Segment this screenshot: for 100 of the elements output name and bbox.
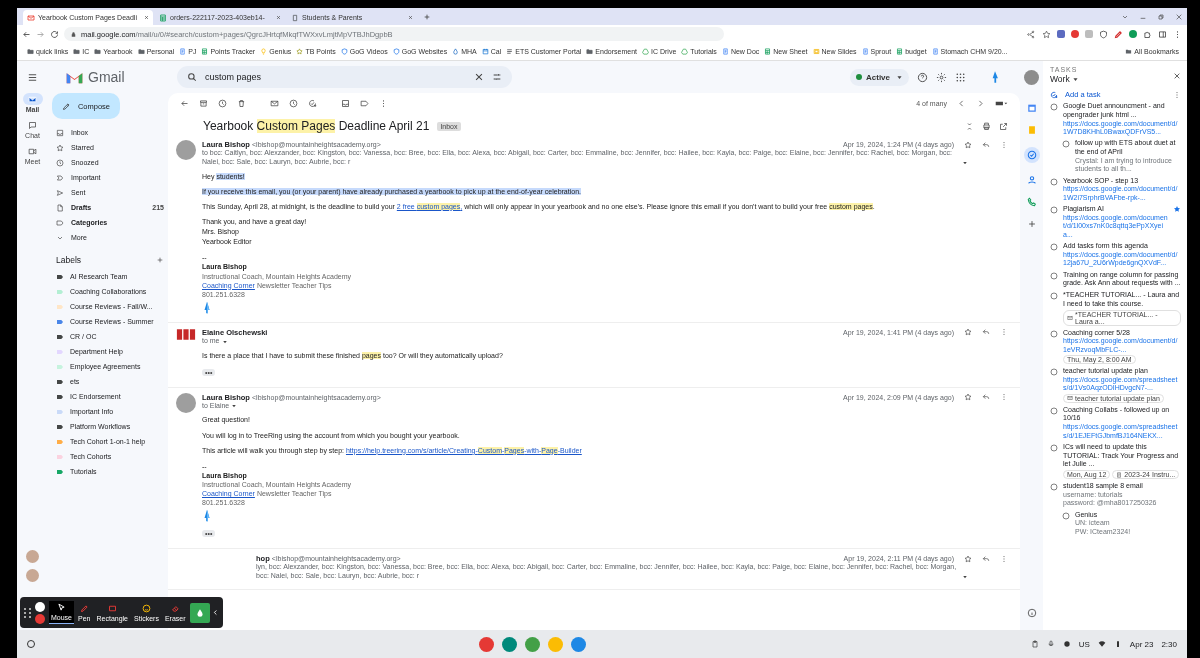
- star-icon[interactable]: [964, 393, 972, 402]
- task-checkbox[interactable]: [1050, 406, 1058, 415]
- star-icon[interactable]: [964, 140, 972, 149]
- clock-icon: [56, 158, 64, 167]
- archive-icon[interactable]: [199, 98, 208, 108]
- chevron-down-icon[interactable]: [1121, 13, 1129, 21]
- phone-icon[interactable]: [1026, 197, 1037, 207]
- pause-button[interactable]: [35, 601, 45, 612]
- task-checkbox[interactable]: [1050, 292, 1058, 301]
- task-checkbox[interactable]: [1050, 206, 1058, 215]
- contacts-icon[interactable]: [1026, 175, 1037, 185]
- microphone-icon[interactable]: [1046, 640, 1055, 648]
- info-icon[interactable]: [1026, 608, 1037, 618]
- caret-icon[interactable]: [962, 159, 968, 166]
- reply-icon[interactable]: [982, 140, 990, 149]
- apps-grid-icon[interactable]: [955, 71, 966, 83]
- back-icon[interactable]: [180, 98, 189, 108]
- caret-icon[interactable]: [962, 573, 968, 580]
- print-icon[interactable]: [982, 121, 991, 131]
- shelf-app-icon[interactable]: [479, 636, 495, 652]
- folder-icon[interactable]: [341, 98, 350, 108]
- mail-icon[interactable]: [270, 98, 279, 108]
- document-icon: [721, 48, 729, 55]
- start-recording-button[interactable]: [189, 602, 210, 623]
- task-checkbox[interactable]: [1062, 140, 1070, 149]
- stop-button[interactable]: [35, 613, 45, 624]
- task-checkbox[interactable]: [1050, 329, 1058, 338]
- record-icon[interactable]: [1062, 640, 1071, 648]
- clock-icon[interactable]: [218, 98, 227, 108]
- account-avatar[interactable]: [1024, 69, 1039, 85]
- add-task-icon[interactable]: [308, 98, 317, 108]
- add-icon[interactable]: [1026, 219, 1037, 229]
- clock-icon[interactable]: [289, 98, 298, 108]
- add-task-icon: [1050, 90, 1058, 99]
- label-icon[interactable]: [360, 98, 369, 108]
- close-icon[interactable]: [276, 15, 281, 20]
- folder-icon: [94, 48, 102, 55]
- restore-icon[interactable]: [1157, 13, 1165, 21]
- add-label-icon[interactable]: [156, 256, 164, 264]
- task-checkbox[interactable]: [1050, 443, 1058, 452]
- reply-icon[interactable]: [982, 393, 990, 402]
- close-icon[interactable]: [144, 15, 149, 20]
- caret-icon[interactable]: [221, 338, 228, 345]
- task-checkbox[interactable]: [1050, 483, 1058, 492]
- close-icon[interactable]: [408, 15, 413, 20]
- close-icon[interactable]: [1175, 13, 1183, 21]
- help-icon[interactable]: [917, 71, 928, 83]
- star-icon: [56, 143, 64, 152]
- avatar-silhouette[interactable]: [26, 550, 39, 563]
- input-method-label[interactable]: US: [1078, 639, 1090, 649]
- search-icon[interactable]: [187, 72, 197, 82]
- task-checkbox[interactable]: [1050, 177, 1058, 186]
- reload-icon[interactable]: [50, 29, 59, 39]
- folder-icon: [586, 48, 594, 55]
- star-icon[interactable]: [964, 554, 972, 563]
- status-dropdown[interactable]: Active: [850, 68, 909, 86]
- calendar-icon[interactable]: [1026, 103, 1037, 113]
- bookmark-star-icon[interactable]: [1042, 29, 1051, 39]
- task-list-dropdown[interactable]: Work: [1050, 74, 1079, 84]
- search-field[interactable]: custom pages: [177, 66, 512, 88]
- task-checkbox[interactable]: [1050, 271, 1058, 280]
- lock-icon: [70, 30, 77, 38]
- filter-icon[interactable]: [492, 72, 502, 82]
- trash-icon[interactable]: [237, 98, 246, 108]
- pen-icon[interactable]: [1114, 29, 1123, 39]
- shelf-time[interactable]: 2:30: [1161, 639, 1177, 649]
- tasks-icon[interactable]: [1023, 147, 1040, 163]
- shelf-date[interactable]: Apr 23: [1129, 639, 1154, 649]
- extension-icon[interactable]: [1129, 30, 1137, 38]
- forward-icon[interactable]: [36, 29, 45, 39]
- share-icon[interactable]: [1027, 29, 1036, 39]
- shelf-app-icon[interactable]: [502, 636, 518, 652]
- caret-icon[interactable]: [231, 403, 238, 410]
- open-in-new-icon[interactable]: [999, 121, 1008, 131]
- chevron-left-icon[interactable]: [211, 609, 219, 616]
- task-checkbox[interactable]: [1050, 243, 1058, 251]
- task-checkbox[interactable]: [1062, 511, 1070, 520]
- new-tab-icon[interactable]: [423, 13, 431, 21]
- reply-icon[interactable]: [982, 328, 990, 337]
- reply-icon[interactable]: [982, 554, 990, 563]
- shelf-app-icon[interactable]: [571, 636, 587, 652]
- clipboard-icon[interactable]: [1030, 640, 1039, 648]
- side-panel-icon[interactable]: [1158, 29, 1167, 39]
- star-icon[interactable]: [964, 328, 972, 337]
- task-checkbox[interactable]: [1050, 103, 1058, 111]
- drag-handle-icon[interactable]: [24, 607, 31, 618]
- shield-icon[interactable]: [1099, 29, 1108, 39]
- back-icon[interactable]: [22, 29, 31, 39]
- task-checkbox[interactable]: [1050, 368, 1058, 377]
- shelf-app-icon[interactable]: [525, 636, 541, 652]
- menu-icon[interactable]: [27, 71, 38, 83]
- close-icon[interactable]: [474, 72, 484, 82]
- close-icon[interactable]: [1173, 72, 1181, 80]
- settings-icon[interactable]: [936, 71, 947, 83]
- avatar-silhouette[interactable]: [26, 569, 39, 582]
- star-icon[interactable]: [1173, 205, 1181, 214]
- tree-logo-icon: [202, 509, 212, 523]
- collapse-icon[interactable]: [965, 121, 974, 131]
- wifi-icon[interactable]: [1097, 640, 1106, 648]
- puzzle-icon[interactable]: [1143, 29, 1152, 39]
